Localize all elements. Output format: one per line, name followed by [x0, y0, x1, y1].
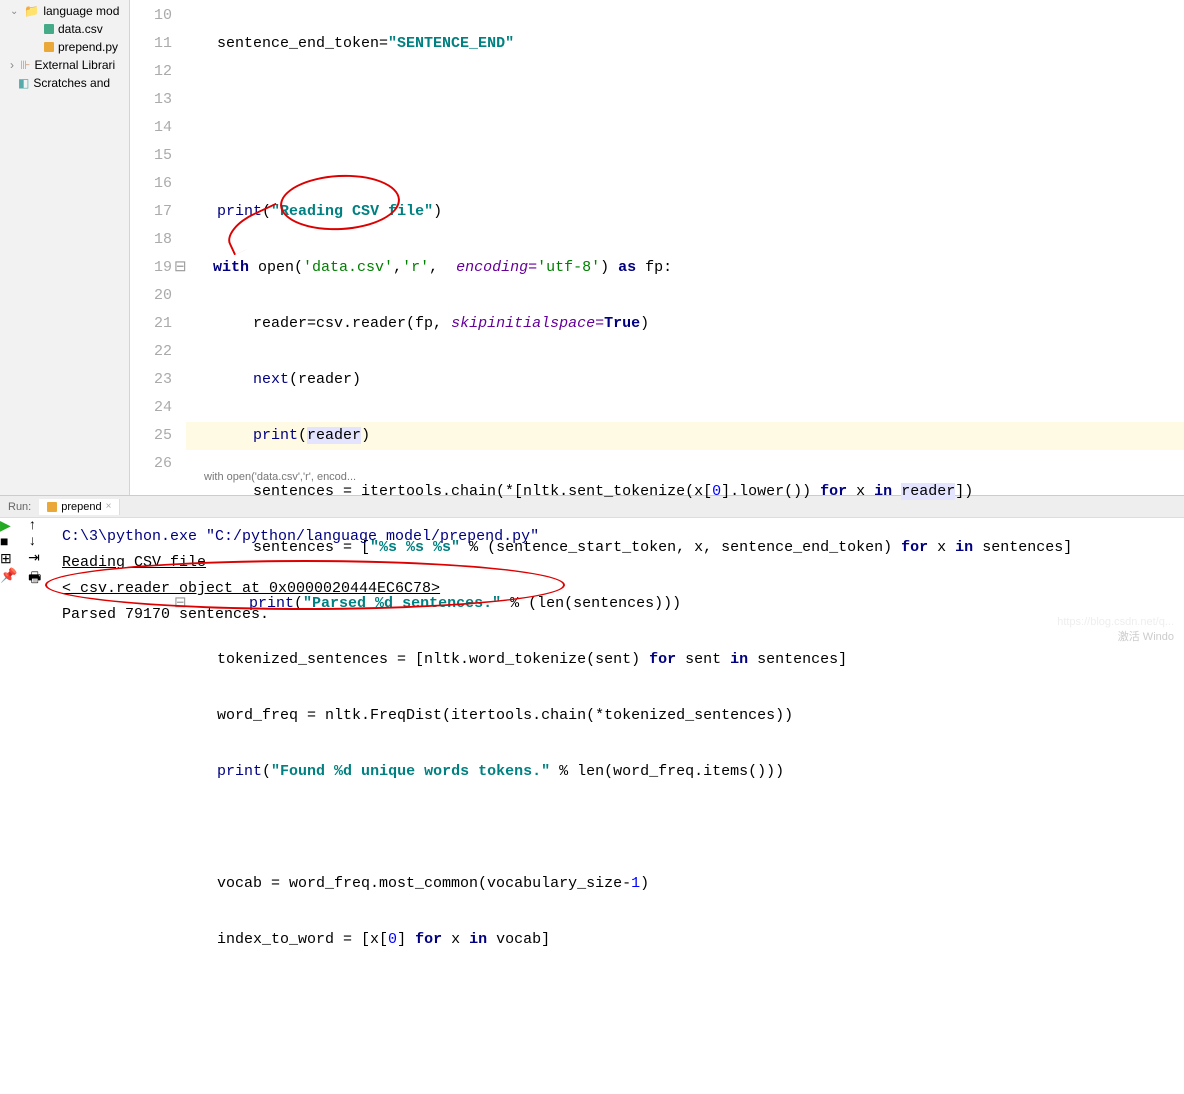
print-icon[interactable]: 🖶 — [28, 571, 41, 587]
output-line: <_csv.reader object at 0x0000020444EC6C7… — [62, 576, 1172, 602]
scratches-icon: ◧ — [18, 76, 29, 90]
line-gutter: 1011121314151617181920212223242526 — [130, 0, 190, 495]
up-icon[interactable]: ↑ — [28, 518, 36, 534]
python-icon — [44, 42, 54, 52]
breadcrumb[interactable]: with open('data.csv','r', encod... — [200, 459, 360, 495]
watermark: 激活 Windo — [1118, 628, 1174, 644]
down-icon[interactable]: ↓ — [28, 534, 36, 550]
code-body[interactable]: sentence_end_token="SENTENCE_END" print(… — [190, 0, 1184, 495]
run-panel: Run: prepend × ▶ ■ ⊞ 📌 ↑ ↓ ⇥ 🖶 C:\3\pyth… — [0, 495, 1184, 652]
layout-icon[interactable]: ⊞ — [0, 552, 12, 568]
python-icon — [47, 502, 57, 512]
pin-icon[interactable]: 📌 — [0, 569, 17, 585]
watermark: https://blog.csdn.net/q... — [1057, 616, 1174, 628]
run-tab[interactable]: prepend × — [39, 499, 120, 515]
output-line-cmd: C:\3\python.exe "C:/python/language mode… — [62, 524, 1172, 550]
csv-icon — [44, 24, 54, 34]
run-icon[interactable]: ▶ — [0, 519, 11, 535]
run-toolbar: ▶ ■ ⊞ 📌 ↑ ↓ ⇥ 🖶 — [0, 518, 50, 652]
folder-label: language mod — [43, 4, 119, 18]
tab-name: prepend — [61, 501, 101, 513]
stop-icon[interactable]: ■ — [0, 535, 8, 551]
run-label: Run: — [0, 501, 39, 513]
folder-icon: 📁 — [24, 4, 39, 18]
output-line: Reading CSV file — [62, 550, 1172, 576]
output-line: Parsed 79170 sentences. — [62, 602, 1172, 628]
tree-folder-root[interactable]: 📁 language mod — [0, 2, 129, 20]
scratches-label: Scratches and — [33, 76, 110, 90]
external-label: External Librari — [34, 58, 115, 72]
file-label: data.csv — [58, 22, 103, 36]
tree-file-csv[interactable]: data.csv — [0, 20, 129, 38]
project-tree[interactable]: 📁 language mod data.csv prepend.py ⊪ Ext… — [0, 0, 130, 495]
close-icon[interactable]: × — [106, 501, 112, 512]
run-output[interactable]: C:\3\python.exe "C:/python/language mode… — [50, 518, 1184, 652]
tree-scratches[interactable]: ◧ Scratches and — [0, 74, 129, 92]
library-icon: ⊪ — [20, 58, 30, 72]
code-editor[interactable]: 1011121314151617181920212223242526 sente… — [130, 0, 1184, 495]
wrap-icon[interactable]: ⇥ — [28, 551, 40, 567]
file-label: prepend.py — [58, 40, 118, 54]
tree-external-libs[interactable]: ⊪ External Librari — [0, 56, 129, 74]
tree-file-py[interactable]: prepend.py — [0, 38, 129, 56]
